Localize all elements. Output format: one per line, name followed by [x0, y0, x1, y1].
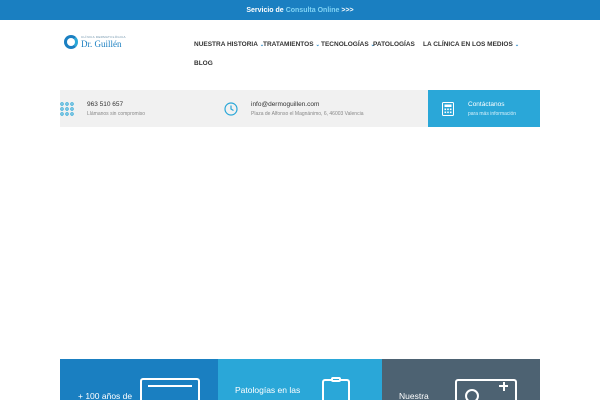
feature-cards: + 100 años de Patologías en las Nuestra — [60, 359, 540, 400]
card-title: + 100 años de — [78, 391, 133, 400]
feature-card-pathologies[interactable]: Patologías en las — [218, 359, 382, 400]
clipboard-icon — [322, 377, 350, 400]
card-title: Nuestra — [399, 391, 429, 400]
nav-item-patologias[interactable]: PATOLOGÍAS — [373, 41, 415, 48]
logo[interactable]: CLÍNICA DERMATOLÓGICA Dr. Guillén — [64, 35, 126, 49]
promo-link[interactable]: Consulta Online — [286, 7, 340, 14]
nav-item-tecnologias[interactable]: TECNOLOGÍAS ⌄ — [321, 41, 375, 48]
top-promo-bar[interactable]: Servicio de Consulta Online >>> — [0, 0, 600, 20]
address-text: Plaza de Alfonso el Magnánimo, 6, 46003 … — [251, 110, 364, 117]
contact-title: Contáctanos — [468, 100, 505, 108]
site-header: CLÍNICA DERMATOLÓGICA Dr. Guillén NUESTR… — [0, 20, 600, 90]
clock-icon — [224, 101, 238, 116]
promo-prefix: Servicio de — [246, 6, 284, 14]
medical-kit-icon — [455, 379, 517, 400]
phone-number: 963 510 657 — [87, 100, 124, 108]
phone-subtitle: Llámanos sin compromiso — [87, 110, 146, 117]
chevron-down-icon: ⌄ — [514, 41, 520, 48]
nav-item-tratamientos[interactable]: TRATAMIENTOS ⌄ — [263, 41, 320, 48]
feature-card-team[interactable]: Nuestra — [382, 359, 540, 400]
dialpad-icon — [60, 101, 74, 116]
phone-info[interactable]: 963 510 657 Llámanos sin compromiso — [60, 90, 145, 127]
card-title: Patologías en las — [235, 385, 301, 395]
email-info[interactable]: info@dermoguillen.com Plaza de Alfonso e… — [224, 90, 363, 127]
logo-mark-icon — [64, 35, 78, 49]
feature-card-history[interactable]: + 100 años de — [60, 359, 218, 400]
nav-item-medios[interactable]: LA CLÍNICA EN LOS MEDIOS ⌄ — [423, 41, 519, 48]
email-address: info@dermoguillen.com — [251, 100, 320, 108]
nav-item-nuestra-historia[interactable]: NUESTRA HISTORIA ⌄ — [194, 41, 264, 48]
contact-button[interactable]: Contáctanos para más información — [428, 90, 540, 127]
promo-arrows: >>> — [341, 6, 354, 14]
calculator-icon — [442, 101, 454, 116]
chevron-down-icon: ⌄ — [315, 41, 320, 48]
nav-item-blog[interactable]: BLOG — [194, 60, 213, 67]
certificate-icon — [140, 378, 200, 400]
logo-name: Dr. Guillén — [81, 39, 122, 49]
contact-subtitle: para más información — [468, 110, 517, 117]
